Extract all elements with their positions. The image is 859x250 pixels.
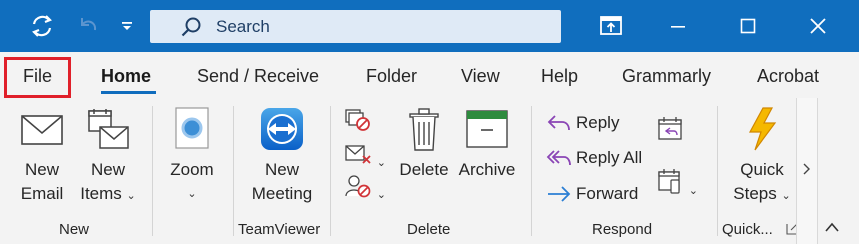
forward-label: Forward: [576, 184, 639, 203]
zoom-button[interactable]: Zoom ⌄: [164, 106, 220, 206]
bottom-strip: [0, 244, 859, 250]
quick-steps-label-2: Steps: [733, 184, 777, 203]
search-placeholder: Search: [216, 16, 270, 36]
new-items-icon: [80, 108, 136, 152]
tab-acrobat[interactable]: Acrobat: [757, 66, 819, 87]
close-icon[interactable]: [782, 0, 854, 52]
tab-grammarly[interactable]: Grammarly: [622, 66, 711, 87]
chevron-down-icon: ⌄: [781, 190, 791, 202]
archive-label: Archive: [458, 160, 516, 179]
title-bar: Search: [0, 0, 859, 52]
chevron-down-icon: ⌄: [376, 157, 386, 169]
quick-steps-label-1: Quick: [740, 160, 784, 179]
ribbon-scroll-right[interactable]: [796, 98, 818, 244]
reply-all-icon: [546, 148, 572, 168]
search-input[interactable]: Search: [150, 10, 561, 43]
collapse-ribbon-icon[interactable]: [824, 220, 840, 238]
chevron-down-icon: ⌄: [688, 185, 698, 197]
new-items-button[interactable]: New Items ⌄: [80, 108, 136, 208]
search-icon: [180, 16, 202, 38]
quick-steps-button[interactable]: Quick Steps ⌄: [732, 106, 792, 208]
trash-icon: [396, 108, 452, 154]
new-meeting-label-2: Meeting: [251, 184, 313, 203]
tab-home[interactable]: Home: [101, 66, 151, 87]
tab-send-receive[interactable]: Send / Receive: [197, 66, 319, 87]
minimize-icon[interactable]: [642, 0, 714, 52]
teamviewer-icon: [244, 106, 320, 154]
reply-all-button[interactable]: Reply All: [546, 147, 642, 169]
meeting-reply-button[interactable]: [656, 116, 684, 148]
file-tab-highlight: [4, 57, 71, 98]
group-separator: [152, 106, 153, 236]
forward-button[interactable]: Forward: [546, 183, 638, 205]
group-separator: [717, 106, 718, 236]
sync-icon[interactable]: [24, 0, 60, 52]
lightning-icon: [732, 106, 792, 154]
new-email-button[interactable]: New Email: [14, 112, 70, 206]
group-separator: [330, 106, 331, 236]
zoom-icon: [164, 106, 220, 150]
chevron-right-icon: [803, 162, 811, 180]
clean-up-button[interactable]: ⌄: [344, 142, 386, 174]
archive-icon: [456, 108, 518, 154]
more-respond-icon: [656, 169, 689, 198]
new-meeting-label-1: New: [264, 160, 299, 179]
chevron-down-icon: ⌄: [126, 190, 136, 202]
new-email-label-2: Email: [20, 184, 64, 203]
new-items-label-2: Items: [80, 184, 122, 203]
delete-button[interactable]: Delete: [396, 108, 452, 182]
tab-view[interactable]: View: [461, 66, 500, 87]
archive-button[interactable]: Archive: [456, 108, 518, 182]
coming-soon-icon[interactable]: [575, 0, 647, 52]
meeting-reply-icon: [656, 117, 684, 146]
undo-icon[interactable]: [70, 0, 106, 52]
group-label-delete: Delete: [407, 221, 451, 238]
ignore-button[interactable]: [344, 108, 372, 138]
tab-help[interactable]: Help: [541, 66, 578, 87]
ribbon: New Email New Items ⌄ New Zoom ⌄ New Mee…: [0, 98, 859, 245]
group-separator: [531, 106, 532, 236]
group-label-new: New: [59, 221, 90, 238]
new-meeting-button[interactable]: New Meeting: [244, 106, 320, 206]
forward-icon: [546, 184, 572, 204]
active-tab-indicator: [101, 91, 156, 94]
group-label-quick-steps: Quick...: [722, 221, 773, 238]
group-separator: [233, 106, 234, 236]
group-label-teamviewer: TeamViewer: [238, 221, 321, 238]
zoom-label: Zoom: [170, 160, 214, 179]
chevron-down-icon: ⌄: [187, 188, 197, 200]
new-email-label-1: New: [24, 160, 59, 179]
junk-button[interactable]: ⌄: [344, 174, 386, 206]
reply-all-label: Reply All: [576, 148, 643, 167]
delete-label: Delete: [399, 160, 449, 179]
envelope-icon: [14, 112, 70, 152]
reply-label: Reply: [576, 113, 620, 132]
reply-icon: [546, 113, 572, 133]
chevron-down-icon: ⌄: [376, 189, 386, 201]
new-items-label-1: New: [90, 160, 125, 179]
reply-button[interactable]: Reply: [546, 112, 619, 134]
tab-folder[interactable]: Folder: [366, 66, 417, 87]
junk-icon: [344, 175, 377, 202]
maximize-icon[interactable]: [712, 0, 784, 52]
customize-qat-icon[interactable]: [114, 0, 140, 52]
ignore-icon: [344, 109, 372, 136]
group-label-respond: Respond: [592, 221, 653, 238]
clean-up-icon: [344, 145, 377, 170]
more-respond-button[interactable]: ⌄: [656, 168, 698, 202]
